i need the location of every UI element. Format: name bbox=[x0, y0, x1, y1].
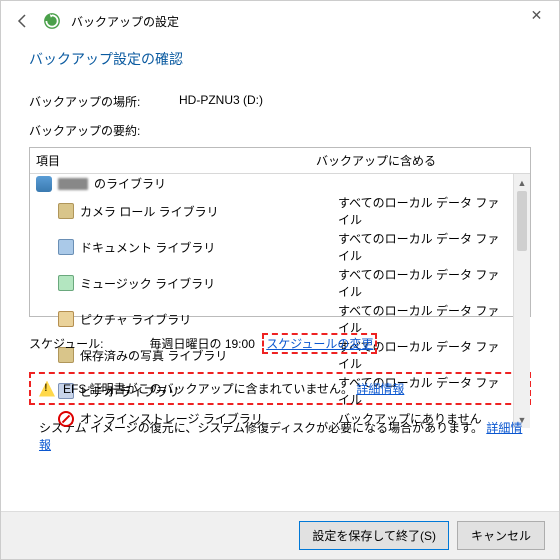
library-icon bbox=[58, 275, 74, 291]
close-button[interactable]: ✕ bbox=[514, 1, 559, 29]
library-icon bbox=[58, 203, 74, 219]
location-label: バックアップの場所: bbox=[29, 93, 179, 110]
save-button[interactable]: 設定を保存して終了(S) bbox=[299, 521, 449, 550]
page-title: バックアップ設定の確認 bbox=[29, 49, 531, 69]
backup-icon bbox=[43, 12, 61, 30]
change-schedule-link[interactable]: スケジュールの変更 bbox=[266, 337, 373, 351]
summary-table: 項目 バックアップに含める のライブラリ カメラ ロール ライブラリ すべてのロ… bbox=[29, 147, 531, 317]
scrollbar[interactable]: ▲ ▼ bbox=[513, 174, 530, 428]
library-icon bbox=[58, 311, 74, 327]
location-value: HD-PZNU3 (D:) bbox=[179, 93, 263, 110]
username-redacted bbox=[58, 178, 88, 190]
system-image-text: システム イメージの復元に、システム修復ディスクが必要になる場合があります。 bbox=[39, 421, 483, 435]
users-icon bbox=[36, 176, 52, 192]
window-title: バックアップの設定 bbox=[71, 13, 179, 30]
schedule-value: 毎週日曜日の 19:00 bbox=[150, 337, 255, 351]
col-item: 項目 bbox=[36, 152, 316, 169]
row-user-library: のライブラリ bbox=[30, 174, 513, 193]
row-document: ドキュメント ライブラリ すべてのローカル データ ファイル bbox=[30, 229, 513, 265]
row-picture: ピクチャ ライブラリ すべてのローカル データ ファイル bbox=[30, 301, 513, 337]
schedule-label: スケジュール: bbox=[29, 335, 104, 352]
efs-text: EFS 証明書がこのバックアップに含まれていません。 bbox=[63, 382, 353, 396]
summary-label: バックアップの要約: bbox=[29, 122, 531, 139]
row-camera: カメラ ロール ライブラリ すべてのローカル データ ファイル bbox=[30, 193, 513, 229]
scroll-up-icon[interactable]: ▲ bbox=[514, 174, 530, 191]
efs-details-link[interactable]: 詳細情報 bbox=[356, 382, 404, 396]
col-include: バックアップに含める bbox=[316, 152, 524, 169]
cancel-button[interactable]: キャンセル bbox=[457, 521, 545, 550]
scroll-thumb[interactable] bbox=[517, 191, 527, 251]
library-icon bbox=[58, 239, 74, 255]
excluded-icon bbox=[58, 411, 74, 427]
back-button[interactable] bbox=[13, 11, 33, 31]
row-music: ミュージック ライブラリ すべてのローカル データ ファイル bbox=[30, 265, 513, 301]
